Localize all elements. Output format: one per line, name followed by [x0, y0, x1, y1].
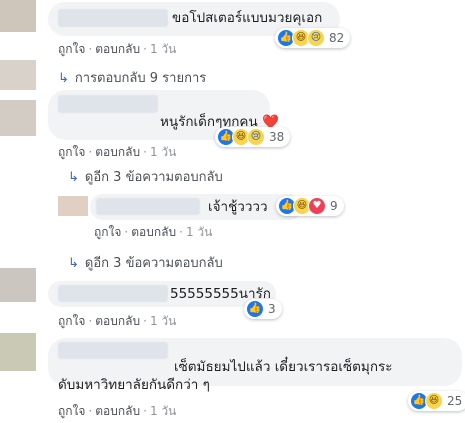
- reply-link[interactable]: ตอบกลับ: [95, 145, 140, 159]
- reaction-summary[interactable]: 👍 😆 ♥ 9: [276, 196, 344, 216]
- comment-actions: ถูกใจ · ตอบกลับ · 1 วัน: [58, 404, 177, 418]
- comment-actions: ถูกใจ · ตอบกลับ · 1 วัน: [58, 145, 177, 159]
- sad-icon: 😢: [247, 128, 265, 146]
- view-replies-link[interactable]: ↳ การตอบกลับ 9 รายการ: [58, 67, 206, 88]
- reply-link[interactable]: ตอบกลับ: [95, 404, 140, 418]
- like-link[interactable]: ถูกใจ: [58, 404, 85, 418]
- reply-link[interactable]: ตอบกลับ: [131, 225, 176, 239]
- like-link[interactable]: ถูกใจ: [58, 314, 85, 328]
- more-replies-link[interactable]: ↳ ดูอีก 3 ข้อความตอบกลับ: [68, 252, 223, 273]
- avatar[interactable]: [0, 100, 36, 136]
- reply-arrow-icon: ↳: [68, 256, 79, 271]
- reaction-summary[interactable]: 👍 😆 😢 82: [275, 28, 351, 48]
- love-icon: ♥: [308, 197, 326, 215]
- comment-actions: ถูกใจ · ตอบกลับ · 1 วัน: [58, 314, 177, 328]
- like-link[interactable]: ถูกใจ: [58, 145, 85, 159]
- like-link[interactable]: ถูกใจ: [58, 42, 85, 56]
- blurred-author-name: [58, 95, 158, 113]
- reaction-count: 38: [269, 130, 285, 144]
- timestamp[interactable]: 1 วัน: [186, 225, 212, 239]
- blurred-author-name: [58, 342, 168, 359]
- reply-link[interactable]: ตอบกลับ: [95, 314, 140, 328]
- comment-text: เซ็ตมัธยมไปแล้ว เดี๋ยวเรารอเซ็ตมุกระดับม…: [58, 359, 393, 393]
- avatar[interactable]: [0, 333, 36, 371]
- reply-arrow-icon: ↳: [68, 170, 79, 185]
- reaction-summary[interactable]: 👍 😆 😢 38: [215, 127, 291, 147]
- timestamp[interactable]: 1 วัน: [150, 314, 176, 328]
- avatar: [0, 60, 36, 90]
- sad-icon: 😢: [307, 29, 325, 47]
- reaction-summary[interactable]: 👍 3: [244, 299, 282, 319]
- avatar[interactable]: [0, 268, 36, 302]
- comment-text: ขอโปสเตอร์แบบมวยคุเอก: [172, 10, 323, 26]
- blurred-author-name: [58, 285, 168, 302]
- more-replies-link[interactable]: ↳ ดูอีก 3 ข้อความตอบกลับ: [68, 166, 223, 187]
- timestamp[interactable]: 1 วัน: [150, 145, 176, 159]
- like-icon: 👍: [246, 300, 264, 318]
- reaction-count: 3: [268, 302, 276, 316]
- reaction-count: 9: [330, 199, 338, 213]
- comment-text: เจ้าชู้วววว: [208, 199, 268, 215]
- avatar[interactable]: [0, 0, 36, 32]
- reaction-count: 25: [447, 394, 463, 408]
- avatar[interactable]: [58, 196, 88, 216]
- comment-actions: ถูกใจ · ตอบกลับ · 1 วัน: [94, 225, 213, 239]
- haha-icon: 😆: [425, 392, 443, 410]
- blurred-author-name: [96, 198, 200, 215]
- reaction-count: 82: [329, 31, 345, 45]
- timestamp[interactable]: 1 วัน: [150, 42, 176, 56]
- reply-arrow-icon: ↳: [58, 71, 69, 86]
- reply-link[interactable]: ตอบกลับ: [95, 42, 140, 56]
- like-link[interactable]: ถูกใจ: [94, 225, 121, 239]
- timestamp[interactable]: 1 วัน: [150, 404, 176, 418]
- reaction-summary[interactable]: 👍 😆 25: [408, 391, 465, 411]
- comment-actions: ถูกใจ · ตอบกลับ · 1 วัน: [58, 42, 177, 56]
- blurred-author-name: [58, 9, 168, 27]
